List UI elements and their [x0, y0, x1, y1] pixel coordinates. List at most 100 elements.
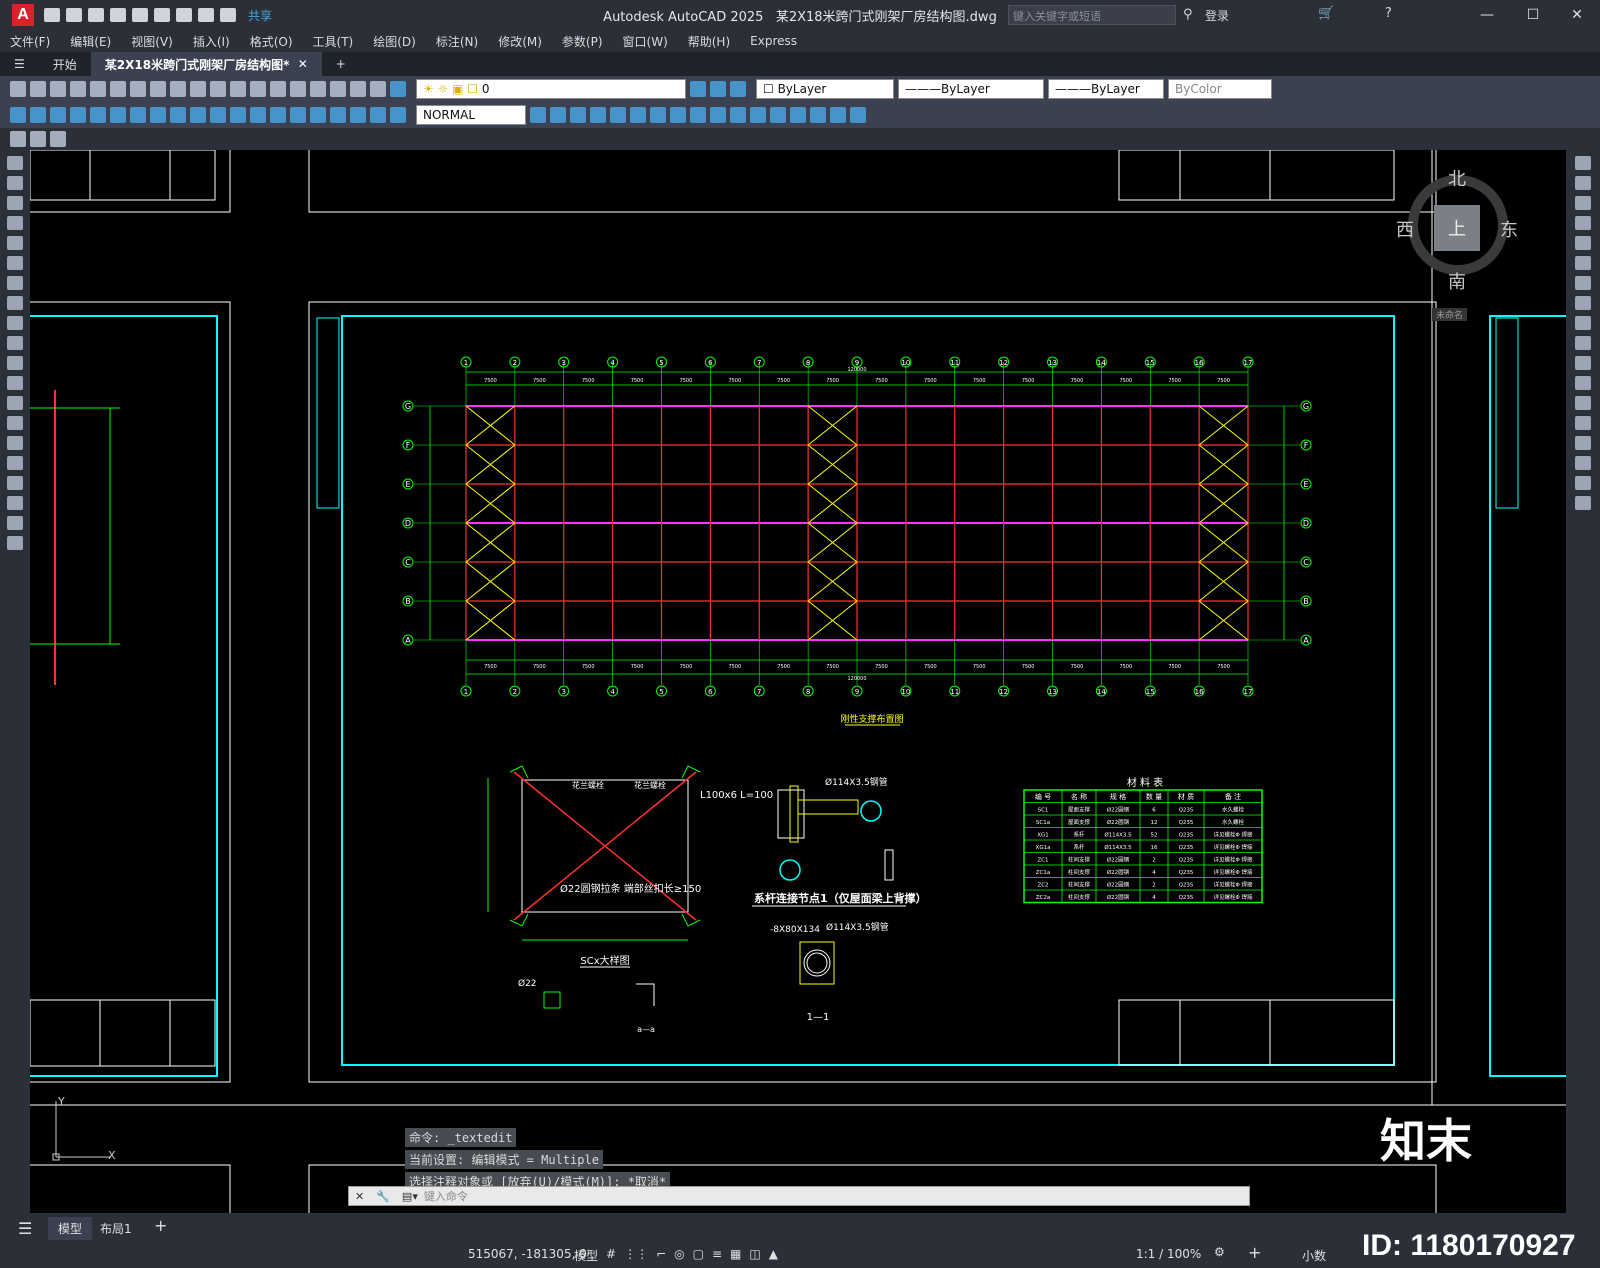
join-icon[interactable]	[1575, 416, 1591, 430]
cart-icon[interactable]: 🛒	[1318, 6, 1334, 21]
design-center-icon[interactable]	[330, 81, 346, 97]
gradient-icon[interactable]	[7, 456, 23, 470]
menu-modify[interactable]: 修改(M)	[488, 33, 552, 50]
snap-icon[interactable]: ⋮⋮	[624, 1247, 648, 1261]
print-icon[interactable]	[70, 81, 86, 97]
selection-cycle-icon[interactable]: ◫	[749, 1247, 760, 1261]
minimize-button[interactable]: —	[1464, 0, 1510, 30]
menu-format[interactable]: 格式(O)	[240, 33, 303, 50]
construction-line-icon[interactable]	[7, 176, 23, 190]
dim-baseline-icon[interactable]	[190, 107, 206, 123]
view-tool-13-icon[interactable]	[770, 107, 786, 123]
arc-icon[interactable]	[7, 256, 23, 270]
view-tool-4-icon[interactable]	[590, 107, 606, 123]
stretch-icon[interactable]	[1575, 316, 1591, 330]
preview-icon[interactable]	[90, 81, 106, 97]
layer-manager-icon[interactable]	[390, 81, 406, 97]
menu-file[interactable]: 文件(F)	[0, 33, 60, 50]
spline-icon[interactable]	[7, 316, 23, 330]
command-input[interactable]: ✕ 🔧 ▤▾ 键入命令	[348, 1186, 1250, 1206]
circle-icon[interactable]	[7, 276, 23, 290]
extra-tool-3-icon[interactable]	[50, 131, 66, 147]
command-settings-icon[interactable]: 🔧	[370, 1190, 396, 1203]
extend-icon[interactable]	[1575, 356, 1591, 370]
properties-icon[interactable]	[310, 81, 326, 97]
make-current-icon[interactable]	[730, 81, 746, 97]
table-icon[interactable]	[7, 496, 23, 510]
trim-icon[interactable]	[1575, 336, 1591, 350]
offset-icon[interactable]	[1575, 216, 1591, 230]
scale-icon[interactable]	[1575, 296, 1591, 310]
autocad-logo-icon[interactable]: A	[12, 4, 34, 26]
dim-diameter-icon[interactable]	[130, 107, 146, 123]
model-space-button[interactable]: 模型	[574, 1247, 598, 1264]
center-mark-icon[interactable]	[290, 107, 306, 123]
revcloud-icon[interactable]	[7, 296, 23, 310]
view-tool-9-icon[interactable]	[690, 107, 706, 123]
add-layout-icon[interactable]: +	[154, 1216, 167, 1235]
annotation-icon[interactable]: ▲	[769, 1247, 778, 1261]
view-tool-2-icon[interactable]	[550, 107, 566, 123]
dim-break-icon[interactable]	[250, 107, 266, 123]
plot-icon[interactable]	[176, 8, 192, 22]
undo-tool-icon[interactable]	[210, 81, 226, 97]
layer-previous-icon[interactable]	[690, 81, 706, 97]
view-tool-7-icon[interactable]	[650, 107, 666, 123]
layer-state-icon[interactable]	[710, 81, 726, 97]
blend-icon[interactable]	[1575, 476, 1591, 490]
dim-space-icon[interactable]	[230, 107, 246, 123]
viewcube-east[interactable]: 东	[1500, 216, 1518, 242]
transparency-icon[interactable]: ▦	[730, 1247, 741, 1261]
close-button[interactable]: ✕	[1554, 0, 1600, 30]
match-prop-icon[interactable]	[190, 81, 206, 97]
ellipse-arc-icon[interactable]	[7, 356, 23, 370]
chamfer-icon[interactable]	[1575, 436, 1591, 450]
dim-text-edit-icon[interactable]	[370, 107, 386, 123]
explode-icon[interactable]	[1575, 496, 1591, 510]
view-tool-8-icon[interactable]	[670, 107, 686, 123]
menu-parameters[interactable]: 参数(P)	[552, 33, 613, 50]
tab-model[interactable]: 模型	[48, 1217, 93, 1240]
dim-continue-icon[interactable]	[210, 107, 226, 123]
menu-view[interactable]: 视图(V)	[121, 33, 183, 50]
plus-icon[interactable]: +	[1248, 1243, 1261, 1262]
polygon-icon[interactable]	[7, 216, 23, 230]
lineweight-dropdown[interactable]: ——— ByLayer	[1048, 79, 1164, 99]
copy-object-icon[interactable]	[1575, 176, 1591, 190]
zoom-icon[interactable]	[270, 81, 286, 97]
menu-express[interactable]: Express	[740, 34, 807, 48]
save-icon[interactable]	[88, 8, 104, 22]
view-tool-11-icon[interactable]	[730, 107, 746, 123]
textstyle-dropdown[interactable]: NORMAL	[416, 105, 526, 125]
annotation-scale[interactable]: 1:1 / 100%	[1136, 1247, 1201, 1261]
view-tool-17-icon[interactable]	[850, 107, 866, 123]
save-file-icon[interactable]	[50, 81, 66, 97]
dim-angular-icon[interactable]	[150, 107, 166, 123]
dim-arc-icon[interactable]	[50, 107, 66, 123]
menu-edit[interactable]: 编辑(E)	[60, 33, 121, 50]
polar-icon[interactable]: ◎	[674, 1247, 684, 1261]
view-tool-3-icon[interactable]	[570, 107, 586, 123]
share-button[interactable]: 共享	[248, 7, 272, 24]
lineweight-icon[interactable]: ≡	[712, 1247, 722, 1261]
dim-radius-icon[interactable]	[90, 107, 106, 123]
publish-icon[interactable]	[110, 81, 126, 97]
view-tool-1-icon[interactable]	[530, 107, 546, 123]
dim-update-icon[interactable]	[390, 107, 406, 123]
inspection-icon[interactable]	[310, 107, 326, 123]
redo-icon[interactable]	[220, 8, 236, 22]
menu-insert[interactable]: 插入(I)	[183, 33, 240, 50]
rectangle-icon[interactable]	[7, 236, 23, 250]
menu-window[interactable]: 窗口(W)	[613, 33, 678, 50]
view-tool-5-icon[interactable]	[610, 107, 626, 123]
menu-draw[interactable]: 绘图(D)	[363, 33, 426, 50]
redo-tool-icon[interactable]	[230, 81, 246, 97]
view-tool-12-icon[interactable]	[750, 107, 766, 123]
viewcube-south[interactable]: 南	[1448, 268, 1466, 294]
fillet-icon[interactable]	[1575, 456, 1591, 470]
dim-edit-icon[interactable]	[350, 107, 366, 123]
jogged-linear-icon[interactable]	[330, 107, 346, 123]
array-icon[interactable]	[1575, 236, 1591, 250]
undo-icon[interactable]	[198, 8, 214, 22]
extra-tool-1-icon[interactable]	[10, 131, 26, 147]
